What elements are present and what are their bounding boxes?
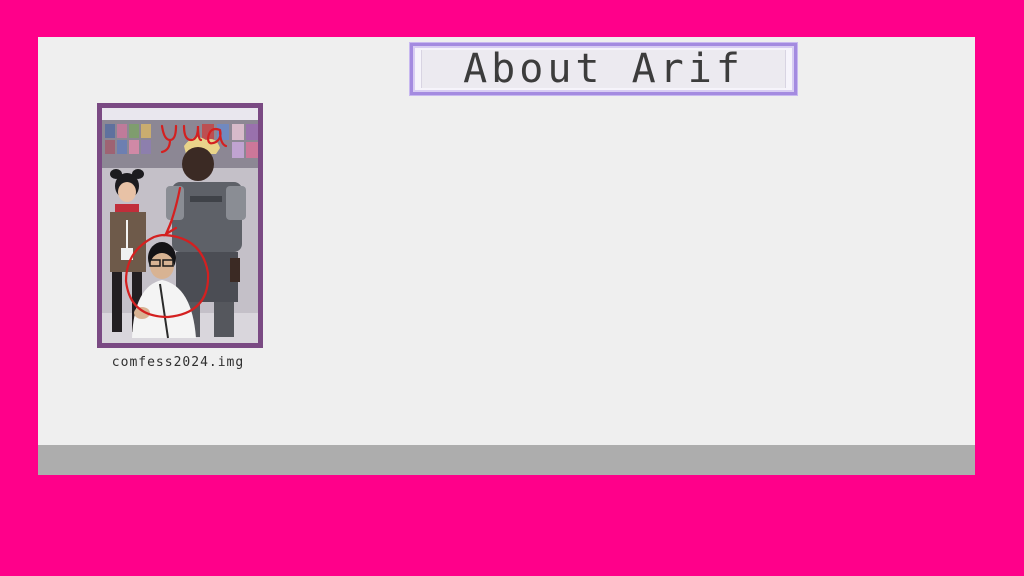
photo-thumbnail <box>102 108 258 343</box>
photo-file-item[interactable]: comfess2024.img <box>94 103 264 370</box>
status-bar <box>38 445 975 475</box>
photo-filename[interactable]: comfess2024.img <box>94 355 262 370</box>
title-banner: About Arif <box>410 43 797 95</box>
page-title: About Arif <box>463 46 744 92</box>
about-window: About Arif comfess2024.img <box>38 37 975 475</box>
photo-frame[interactable] <box>97 103 263 348</box>
